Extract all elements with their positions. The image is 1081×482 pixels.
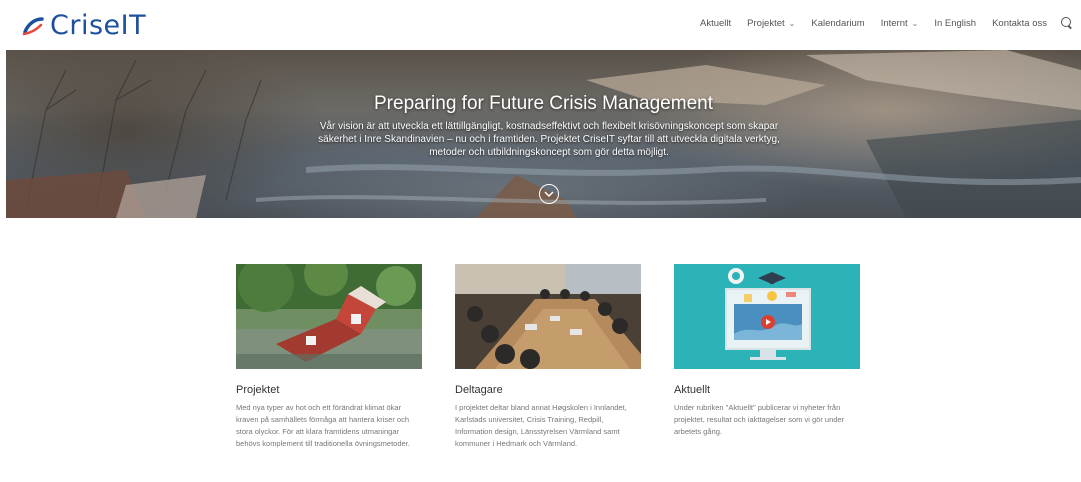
nav-label: Kontakta oss	[992, 17, 1047, 29]
card-title[interactable]: Aktuellt	[674, 384, 860, 396]
site-header: CriseIT Aktuellt Projektet ⌄ Kalendarium…	[0, 0, 1081, 50]
nav-item-kalendarium[interactable]: Kalendarium	[811, 18, 864, 29]
nav-label: Kalendarium	[811, 17, 865, 29]
card-deltagare: Deltagare I projektet deltar bland annat…	[455, 264, 641, 450]
scroll-down-button[interactable]	[539, 184, 559, 204]
logo[interactable]: CriseIT	[22, 11, 146, 41]
nav-label: In English	[934, 17, 977, 29]
chevron-down-icon	[544, 191, 554, 198]
card-title[interactable]: Deltagare	[455, 384, 641, 396]
chevron-down-icon: ⌄	[788, 18, 796, 28]
card-title[interactable]: Projektet	[236, 384, 422, 396]
chevron-down-icon: ⌄	[911, 18, 919, 28]
card-text: Under rubriken "Aktuellt" publicerar vi …	[674, 403, 845, 436]
flooded-house-image	[236, 264, 422, 369]
nav-label: Projektet	[747, 17, 785, 29]
card-image-meeting[interactable]	[455, 264, 641, 369]
card-image-elearning[interactable]	[674, 264, 860, 369]
nav-item-aktuellt[interactable]: Aktuellt	[700, 18, 731, 29]
nav-item-in-english[interactable]: In English	[934, 18, 976, 29]
elearning-illustration	[674, 264, 860, 369]
logo-swoosh-icon	[22, 17, 44, 36]
card-image-flooded-house[interactable]	[236, 264, 422, 369]
meeting-room-image	[455, 264, 641, 369]
hero-title: Preparing for Future Crisis Management	[374, 93, 713, 114]
card-text: Med nya typer av hot och ett förändrat k…	[236, 403, 410, 448]
nav-label: Internt	[880, 17, 908, 29]
nav-item-projektet[interactable]: Projektet ⌄	[747, 18, 795, 29]
card-projektet: Projektet Med nya typer av hot och ett f…	[236, 264, 422, 450]
main-nav: Aktuellt Projektet ⌄ Kalendarium Internt…	[684, 17, 1073, 29]
hero-banner: Preparing for Future Crisis Management V…	[6, 50, 1081, 218]
card-text: I projektet deltar bland annat Høgskolen…	[455, 403, 627, 448]
card-aktuellt: Aktuellt Under rubriken "Aktuellt" publi…	[674, 264, 860, 438]
hero-text: Vår vision är att utveckla ett lättillgä…	[318, 121, 780, 158]
search-icon[interactable]	[1061, 17, 1073, 29]
nav-item-kontakta-oss[interactable]: Kontakta oss	[992, 18, 1047, 29]
nav-label: Aktuellt	[700, 17, 732, 29]
nav-item-internt[interactable]: Internt ⌄	[881, 18, 919, 29]
logo-text: CriseIT	[50, 10, 147, 41]
